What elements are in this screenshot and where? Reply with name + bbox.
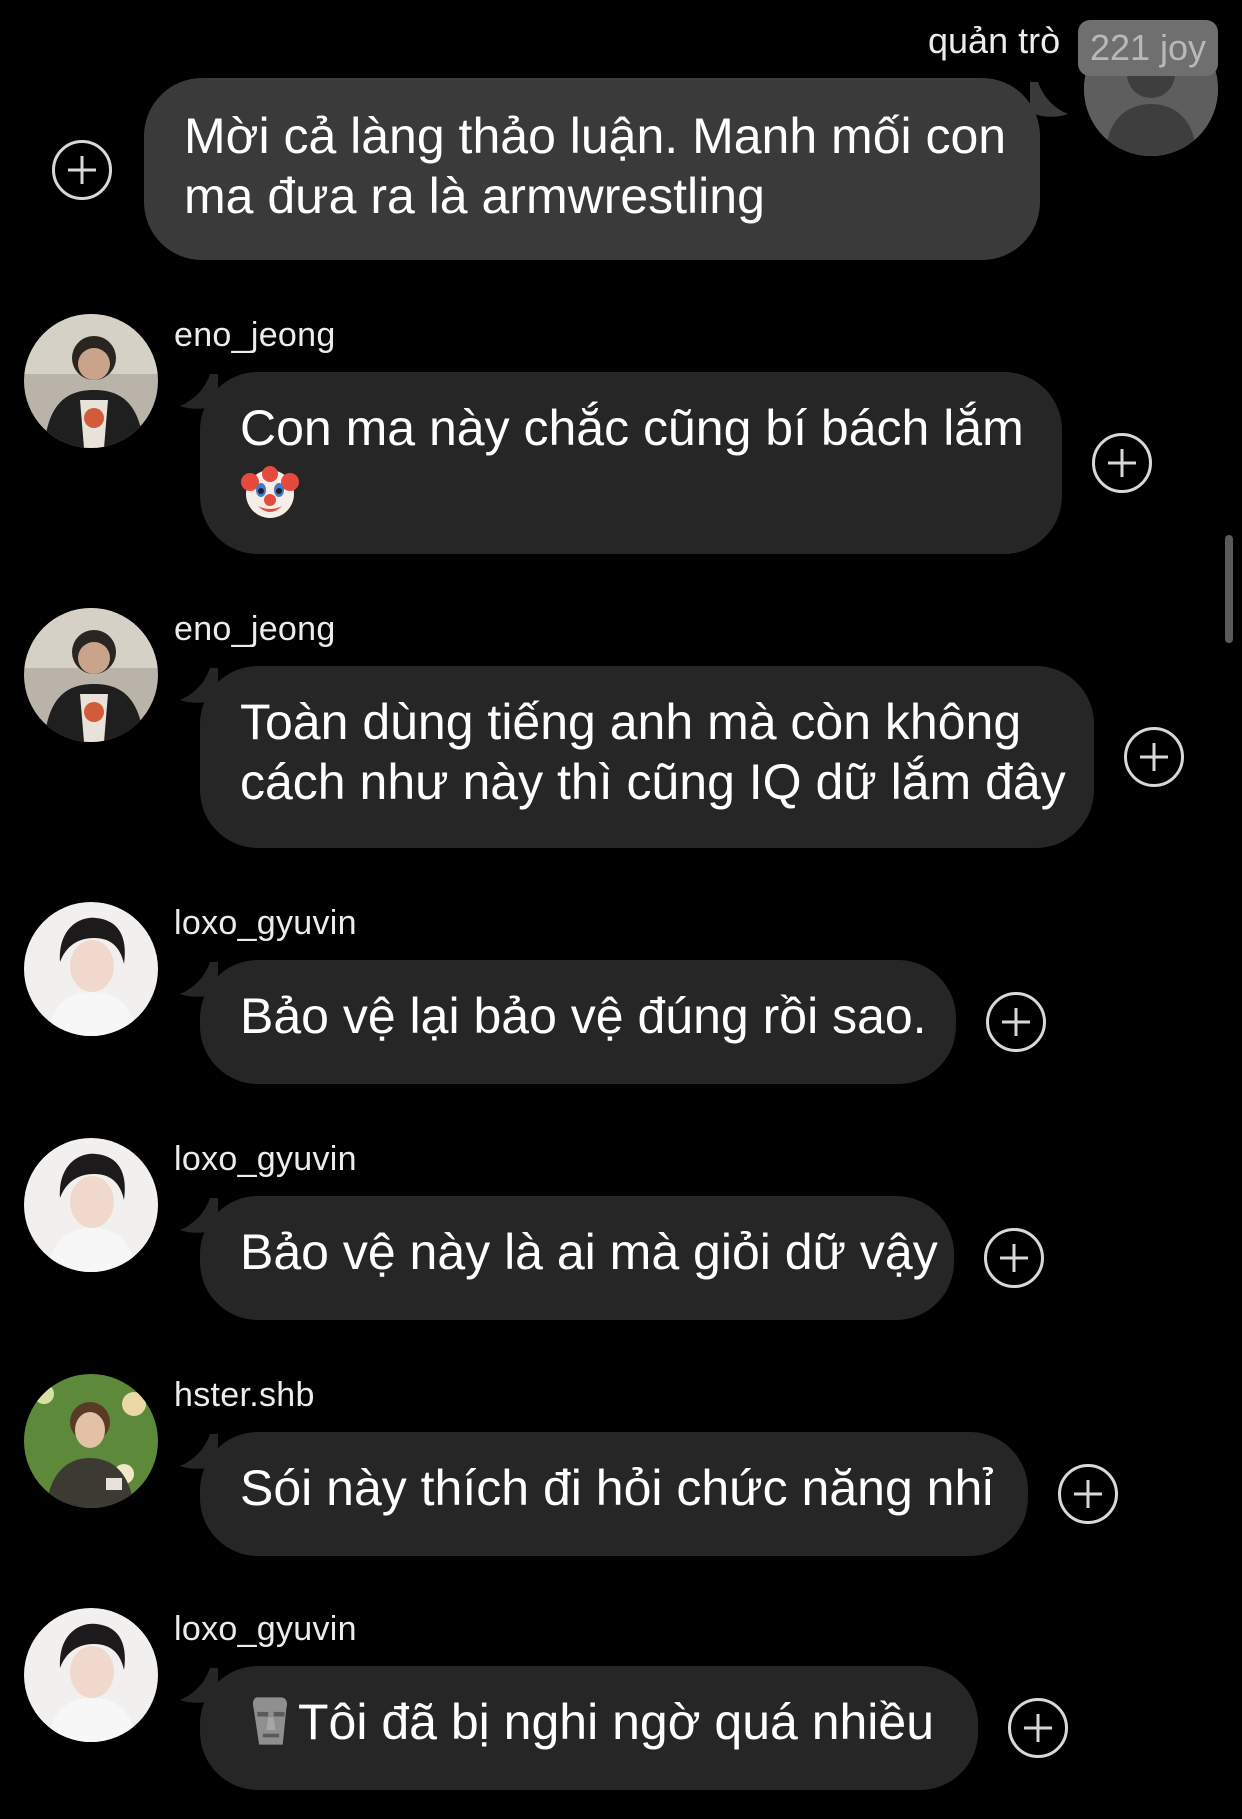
message-text-line: Con ma này chắc cũng bí bách lắm	[240, 400, 1024, 456]
bubble-tail	[1030, 82, 1068, 117]
add-reaction-button[interactable]	[984, 1228, 1044, 1288]
avatar[interactable]	[24, 1138, 158, 1272]
message-text-line: Bảo vệ lại bảo vệ đúng rồi sao.	[240, 988, 927, 1044]
scrollbar[interactable]	[1225, 535, 1233, 643]
sender-name: loxo_gyuvin	[174, 1140, 357, 1178]
avatar[interactable]	[24, 902, 158, 1036]
message-bubble[interactable]: Bảo vệ lại bảo vệ đúng rồi sao.	[200, 960, 956, 1084]
add-reaction-button[interactable]	[1124, 727, 1184, 787]
message-bubble[interactable]: Bảo vệ này là ai mà giỏi dữ vậy	[200, 1196, 954, 1320]
add-reaction-button[interactable]	[1058, 1464, 1118, 1524]
message-text-line: Toàn dùng tiếng anh mà còn không	[240, 694, 1022, 750]
avatar[interactable]	[24, 314, 158, 448]
add-reaction-button[interactable]	[1092, 433, 1152, 493]
message-bubble[interactable]: Tôi đã bị nghi ngờ quá nhiều	[200, 1666, 978, 1790]
moai-icon	[252, 1697, 288, 1745]
add-reaction-button[interactable]	[986, 992, 1046, 1052]
host-message-bubble[interactable]: Mời cả làng thảo luận. Manh mối con ma đ…	[144, 78, 1040, 260]
message-bubble[interactable]: Toàn dùng tiếng anh mà còn không cách nh…	[200, 666, 1094, 848]
clown-face-icon	[241, 465, 299, 518]
message-text-line: Sói này thích đi hỏi chức năng nhỉ	[240, 1460, 994, 1516]
message-text-line: Tôi đã bị nghi ngờ quá nhiều	[250, 1692, 938, 1752]
message-text-line: cách như này thì cũng IQ dữ lắm đây	[240, 754, 1066, 810]
message-bubble[interactable]: Sói này thích đi hỏi chức năng nhỉ	[200, 1432, 1028, 1556]
add-reaction-button[interactable]	[52, 140, 112, 200]
add-reaction-button[interactable]	[1008, 1698, 1068, 1758]
avatar[interactable]	[24, 1374, 158, 1508]
sender-name: hster.shb	[174, 1376, 315, 1414]
joy-badge: 221 joy	[1078, 20, 1218, 76]
avatar[interactable]	[24, 1608, 158, 1742]
message-text: Tôi đã bị nghi ngờ quá nhiều	[298, 1694, 935, 1750]
message-text-line: Bảo vệ này là ai mà giỏi dữ vậy	[240, 1224, 938, 1280]
sender-name: eno_jeong	[174, 316, 336, 354]
sender-name: loxo_gyuvin	[174, 904, 357, 942]
message-text-line: Mời cả làng thảo luận. Manh mối con	[184, 108, 1007, 164]
message-text-line: ma đưa ra là armwrestling	[184, 168, 765, 224]
message-emoji-line	[240, 458, 1022, 522]
message-bubble[interactable]: Con ma này chắc cũng bí bách lắm	[200, 372, 1062, 554]
avatar[interactable]	[24, 608, 158, 742]
sender-name: eno_jeong	[174, 610, 336, 648]
host-name: quản trò	[928, 20, 1061, 61]
sender-name: loxo_gyuvin	[174, 1610, 357, 1648]
